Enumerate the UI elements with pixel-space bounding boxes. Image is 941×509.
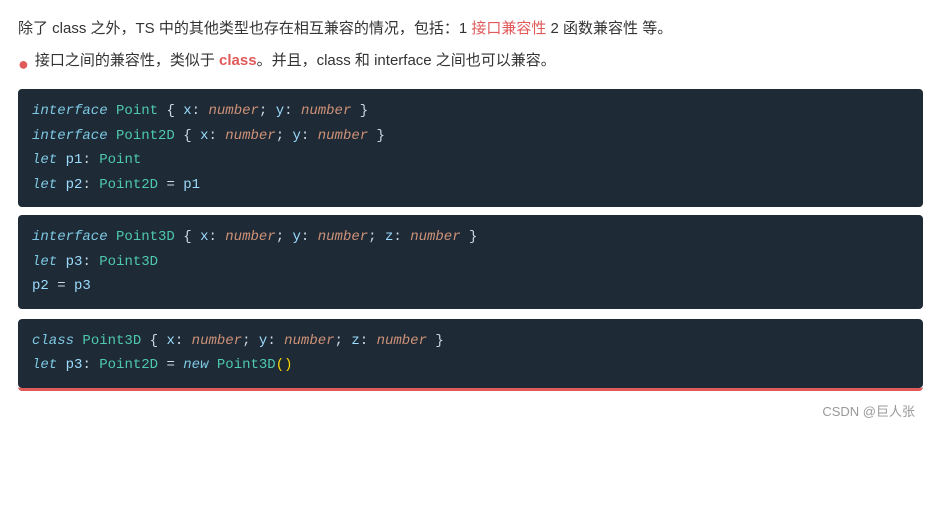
code-line-9: let p3: Point2D = new Point3D()	[32, 353, 909, 378]
kw-interface-1: interface	[32, 103, 108, 119]
link-interface-compat[interactable]: 接口兼容性	[471, 20, 546, 37]
code-block-3-wrapper: class Point3D { x: number; y: number; z:…	[18, 319, 923, 391]
code-line-2: interface Point2D { x: number; y: number…	[32, 124, 909, 149]
bullet-dot: ●	[18, 49, 29, 80]
class-highlight: class	[219, 52, 257, 69]
code-line-5: interface Point3D { x: number; y: number…	[32, 225, 909, 250]
watermark-text: CSDN @巨人张	[822, 404, 915, 419]
bullet-text-1: 接口之间的兼容性，类似于	[35, 52, 219, 69]
intro-paragraph: 除了 class 之外，TS 中的其他类型也存在相互兼容的情况，包括：1 接口兼…	[18, 16, 923, 42]
watermark: CSDN @巨人张	[18, 401, 923, 420]
code-block-3: class Point3D { x: number; y: number; z:…	[18, 319, 923, 388]
code-line-1: interface Point { x: number; y: number }	[32, 99, 909, 124]
code-line-3: let p1: Point	[32, 148, 909, 173]
code-line-8: class Point3D { x: number; y: number; z:…	[32, 329, 909, 354]
code-block-1: interface Point { x: number; y: number }…	[18, 89, 923, 207]
code-line-4: let p2: Point2D = p1	[32, 173, 909, 198]
bullet-line: ● 接口之间的兼容性，类似于 class。并且，class 和 interfac…	[18, 48, 923, 80]
bullet-text: 接口之间的兼容性，类似于 class。并且，class 和 interface …	[35, 48, 556, 74]
code-line-7: p2 = p3	[32, 274, 909, 299]
intro-text-2: 2 函数兼容性 等。	[546, 20, 672, 37]
kw-interface-2: interface	[32, 128, 108, 144]
code-line-6: let p3: Point3D	[32, 250, 909, 275]
code-block-2: interface Point3D { x: number; y: number…	[18, 215, 923, 309]
intro-text-1: 除了 class 之外，TS 中的其他类型也存在相互兼容的情况，包括：1	[18, 20, 471, 37]
bullet-text-2: 。并且，class 和 interface 之间也可以兼容。	[257, 52, 556, 69]
